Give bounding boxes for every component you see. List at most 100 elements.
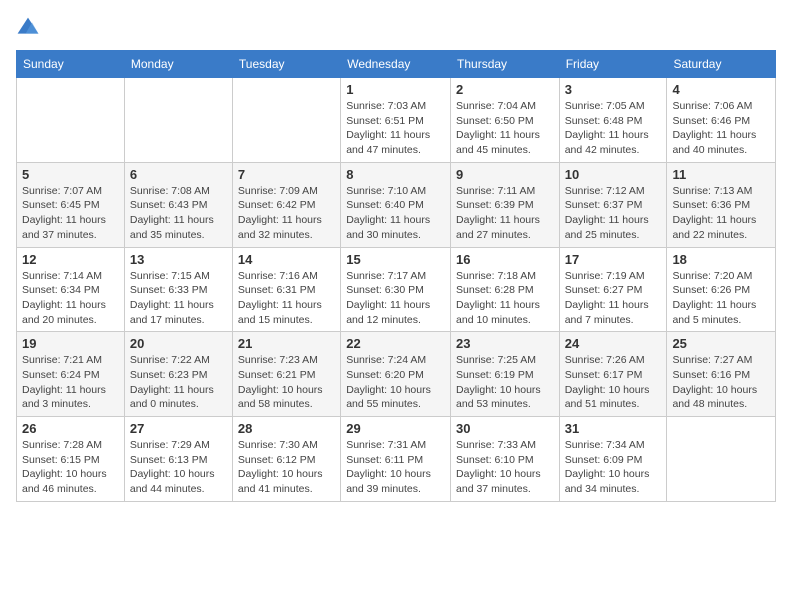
- calendar-cell: 18 Sunrise: 7:20 AM Sunset: 6:26 PM Dayli…: [667, 247, 776, 332]
- day-number: 2: [456, 82, 554, 97]
- calendar-cell: [667, 417, 776, 502]
- day-info: Sunrise: 7:18 AM Sunset: 6:28 PM Dayligh…: [456, 269, 554, 328]
- day-info: Sunrise: 7:28 AM Sunset: 6:15 PM Dayligh…: [22, 438, 119, 497]
- calendar-cell: 10 Sunrise: 7:12 AM Sunset: 6:37 PM Dayli…: [559, 162, 667, 247]
- day-info: Sunrise: 7:16 AM Sunset: 6:31 PM Dayligh…: [238, 269, 335, 328]
- day-info: Sunrise: 7:06 AM Sunset: 6:46 PM Dayligh…: [672, 99, 770, 158]
- day-info: Sunrise: 7:20 AM Sunset: 6:26 PM Dayligh…: [672, 269, 770, 328]
- calendar-cell: 19Sunrise: 7:21 AM Sunset: 6:24 PM Dayli…: [17, 332, 125, 417]
- day-number: 8: [346, 167, 445, 182]
- day-info: Sunrise: 7:12 AM Sunset: 6:37 PM Dayligh…: [565, 184, 662, 243]
- day-info: Sunrise: 7:27 AM Sunset: 6:16 PM Dayligh…: [672, 353, 770, 412]
- calendar-week-row: 1 Sunrise: 7:03 AM Sunset: 6:51 PM Daylig…: [17, 78, 776, 163]
- calendar-cell: 31 Sunrise: 7:34 AM Sunset: 6:09 PM Dayli…: [559, 417, 667, 502]
- day-info: Sunrise: 7:23 AM Sunset: 6:21 PM Dayligh…: [238, 353, 335, 412]
- day-info: Sunrise: 7:07 AM Sunset: 6:45 PM Dayligh…: [22, 184, 119, 243]
- day-info: Sunrise: 7:08 AM Sunset: 6:43 PM Dayligh…: [130, 184, 227, 243]
- day-number: 1: [346, 82, 445, 97]
- day-header-sunday: Sunday: [17, 51, 125, 78]
- day-number: 17: [565, 252, 662, 267]
- calendar-cell: 14 Sunrise: 7:16 AM Sunset: 6:31 PM Dayli…: [232, 247, 340, 332]
- day-number: 28: [238, 421, 335, 436]
- calendar-cell: 27 Sunrise: 7:29 AM Sunset: 6:13 PM Dayli…: [124, 417, 232, 502]
- day-info: Sunrise: 7:24 AM Sunset: 6:20 PM Dayligh…: [346, 353, 445, 412]
- calendar-cell: 26 Sunrise: 7:28 AM Sunset: 6:15 PM Dayli…: [17, 417, 125, 502]
- calendar-cell: 28Sunrise: 7:30 AM Sunset: 6:12 PM Dayli…: [232, 417, 340, 502]
- day-info: Sunrise: 7:15 AM Sunset: 6:33 PM Dayligh…: [130, 269, 227, 328]
- day-number: 30: [456, 421, 554, 436]
- day-number: 25: [672, 336, 770, 351]
- day-number: 5: [22, 167, 119, 182]
- day-info: Sunrise: 7:26 AM Sunset: 6:17 PM Dayligh…: [565, 353, 662, 412]
- day-info: Sunrise: 7:31 AM Sunset: 6:11 PM Dayligh…: [346, 438, 445, 497]
- day-number: 24: [565, 336, 662, 351]
- day-number: 15: [346, 252, 445, 267]
- day-header-monday: Monday: [124, 51, 232, 78]
- day-number: 3: [565, 82, 662, 97]
- day-header-thursday: Thursday: [451, 51, 560, 78]
- day-info: Sunrise: 7:09 AM Sunset: 6:42 PM Dayligh…: [238, 184, 335, 243]
- calendar-cell: [124, 78, 232, 163]
- calendar-cell: 17 Sunrise: 7:19 AM Sunset: 6:27 PM Dayli…: [559, 247, 667, 332]
- calendar-week-row: 5 Sunrise: 7:07 AM Sunset: 6:45 PM Daylig…: [17, 162, 776, 247]
- calendar-cell: 22 Sunrise: 7:24 AM Sunset: 6:20 PM Dayli…: [341, 332, 451, 417]
- day-number: 26: [22, 421, 119, 436]
- day-number: 22: [346, 336, 445, 351]
- calendar-week-row: 19Sunrise: 7:21 AM Sunset: 6:24 PM Dayli…: [17, 332, 776, 417]
- day-info: Sunrise: 7:11 AM Sunset: 6:39 PM Dayligh…: [456, 184, 554, 243]
- calendar-cell: 15 Sunrise: 7:17 AM Sunset: 6:30 PM Dayli…: [341, 247, 451, 332]
- calendar-cell: 20 Sunrise: 7:22 AM Sunset: 6:23 PM Dayli…: [124, 332, 232, 417]
- day-info: Sunrise: 7:13 AM Sunset: 6:36 PM Dayligh…: [672, 184, 770, 243]
- calendar-cell: 3 Sunrise: 7:05 AM Sunset: 6:48 PM Daylig…: [559, 78, 667, 163]
- day-number: 18: [672, 252, 770, 267]
- calendar-cell: 25 Sunrise: 7:27 AM Sunset: 6:16 PM Dayli…: [667, 332, 776, 417]
- calendar-cell: 5 Sunrise: 7:07 AM Sunset: 6:45 PM Daylig…: [17, 162, 125, 247]
- day-number: 31: [565, 421, 662, 436]
- calendar-cell: 13 Sunrise: 7:15 AM Sunset: 6:33 PM Dayli…: [124, 247, 232, 332]
- day-number: 23: [456, 336, 554, 351]
- calendar-week-row: 12Sunrise: 7:14 AM Sunset: 6:34 PM Dayli…: [17, 247, 776, 332]
- day-info: Sunrise: 7:29 AM Sunset: 6:13 PM Dayligh…: [130, 438, 227, 497]
- calendar-cell: 29Sunrise: 7:31 AM Sunset: 6:11 PM Dayli…: [341, 417, 451, 502]
- calendar-cell: 6Sunrise: 7:08 AM Sunset: 6:43 PM Daylig…: [124, 162, 232, 247]
- calendar-cell: [17, 78, 125, 163]
- calendar-cell: 30Sunrise: 7:33 AM Sunset: 6:10 PM Dayli…: [451, 417, 560, 502]
- day-header-tuesday: Tuesday: [232, 51, 340, 78]
- calendar-cell: 24 Sunrise: 7:26 AM Sunset: 6:17 PM Dayli…: [559, 332, 667, 417]
- day-info: Sunrise: 7:14 AM Sunset: 6:34 PM Dayligh…: [22, 269, 119, 328]
- calendar-cell: 7 Sunrise: 7:09 AM Sunset: 6:42 PM Daylig…: [232, 162, 340, 247]
- day-info: Sunrise: 7:05 AM Sunset: 6:48 PM Dayligh…: [565, 99, 662, 158]
- calendar-header-row: SundayMondayTuesdayWednesdayThursdayFrid…: [17, 51, 776, 78]
- logo: [16, 16, 44, 40]
- day-number: 16: [456, 252, 554, 267]
- calendar-cell: 23Sunrise: 7:25 AM Sunset: 6:19 PM Dayli…: [451, 332, 560, 417]
- calendar-cell: 8 Sunrise: 7:10 AM Sunset: 6:40 PM Daylig…: [341, 162, 451, 247]
- day-info: Sunrise: 7:34 AM Sunset: 6:09 PM Dayligh…: [565, 438, 662, 497]
- day-info: Sunrise: 7:21 AM Sunset: 6:24 PM Dayligh…: [22, 353, 119, 412]
- day-number: 14: [238, 252, 335, 267]
- day-number: 13: [130, 252, 227, 267]
- calendar-cell: 9Sunrise: 7:11 AM Sunset: 6:39 PM Daylig…: [451, 162, 560, 247]
- calendar-cell: 12Sunrise: 7:14 AM Sunset: 6:34 PM Dayli…: [17, 247, 125, 332]
- calendar-cell: 21 Sunrise: 7:23 AM Sunset: 6:21 PM Dayli…: [232, 332, 340, 417]
- day-info: Sunrise: 7:10 AM Sunset: 6:40 PM Dayligh…: [346, 184, 445, 243]
- calendar-cell: 16 Sunrise: 7:18 AM Sunset: 6:28 PM Dayli…: [451, 247, 560, 332]
- day-info: Sunrise: 7:17 AM Sunset: 6:30 PM Dayligh…: [346, 269, 445, 328]
- day-number: 27: [130, 421, 227, 436]
- day-info: Sunrise: 7:19 AM Sunset: 6:27 PM Dayligh…: [565, 269, 662, 328]
- day-number: 20: [130, 336, 227, 351]
- calendar-cell: 11Sunrise: 7:13 AM Sunset: 6:36 PM Dayli…: [667, 162, 776, 247]
- day-info: Sunrise: 7:22 AM Sunset: 6:23 PM Dayligh…: [130, 353, 227, 412]
- calendar-cell: 2 Sunrise: 7:04 AM Sunset: 6:50 PM Daylig…: [451, 78, 560, 163]
- day-header-wednesday: Wednesday: [341, 51, 451, 78]
- day-number: 4: [672, 82, 770, 97]
- day-number: 21: [238, 336, 335, 351]
- day-info: Sunrise: 7:04 AM Sunset: 6:50 PM Dayligh…: [456, 99, 554, 158]
- logo-icon: [16, 16, 40, 40]
- day-number: 7: [238, 167, 335, 182]
- day-number: 10: [565, 167, 662, 182]
- day-header-friday: Friday: [559, 51, 667, 78]
- calendar-cell: 4 Sunrise: 7:06 AM Sunset: 6:46 PM Daylig…: [667, 78, 776, 163]
- day-info: Sunrise: 7:03 AM Sunset: 6:51 PM Dayligh…: [346, 99, 445, 158]
- calendar-table: SundayMondayTuesdayWednesdayThursdayFrid…: [16, 50, 776, 502]
